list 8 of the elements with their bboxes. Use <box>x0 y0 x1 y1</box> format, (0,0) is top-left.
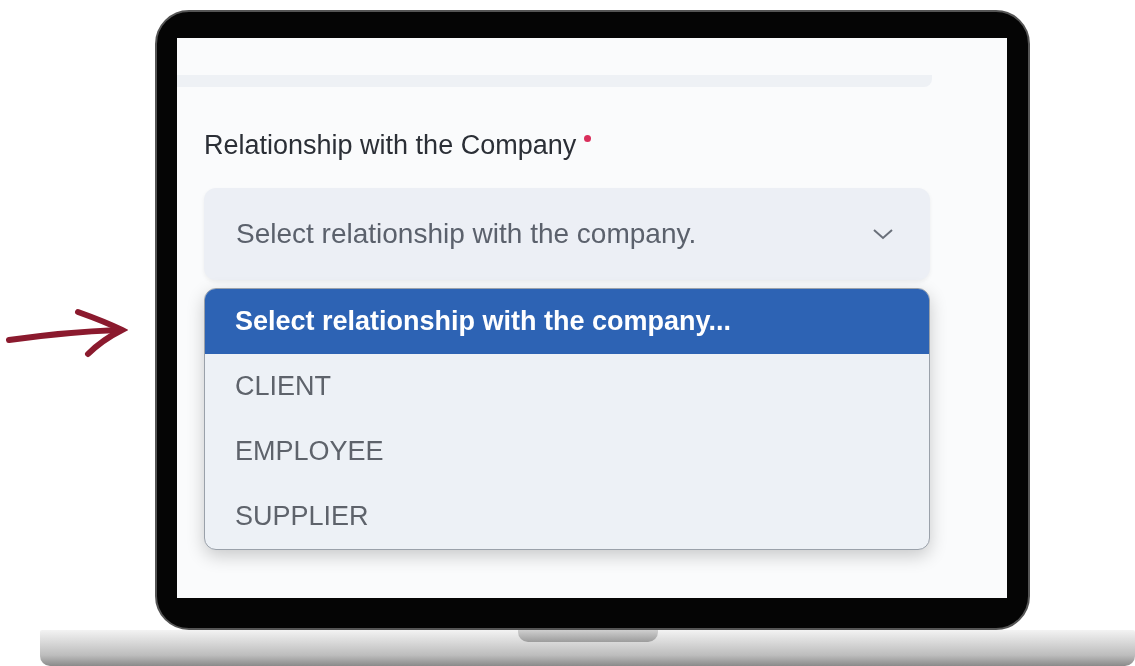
field-label: Relationship with the Company <box>204 129 577 162</box>
relationship-select[interactable]: Select relationship with the company. <box>204 187 930 280</box>
chevron-icon <box>872 227 894 240</box>
dropdown-option[interactable]: CLIENT <box>205 353 929 419</box>
dropdown-option[interactable]: EMPLOYEE <box>205 418 929 484</box>
arrow-icon <box>6 309 125 357</box>
dropdown-option[interactable]: SUPPLIER <box>205 483 929 549</box>
dropdown-option[interactable]: Select relationship with the company... <box>205 288 929 354</box>
